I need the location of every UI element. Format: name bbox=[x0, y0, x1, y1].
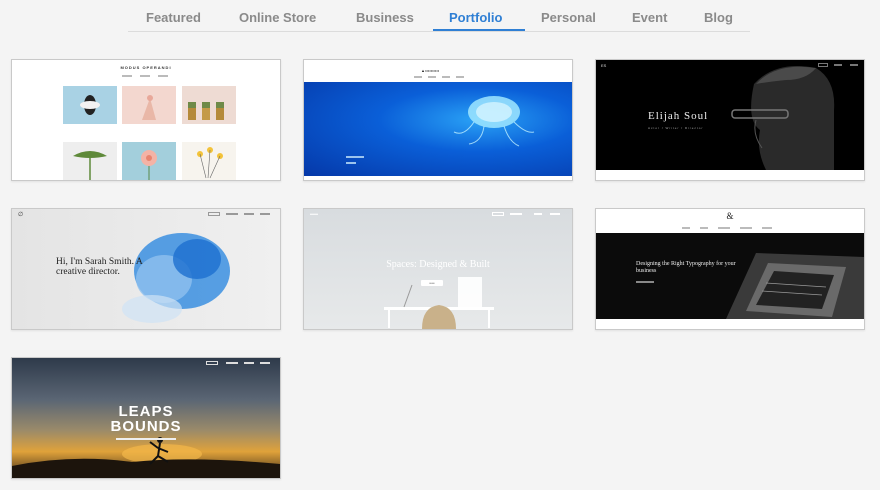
nav-link bbox=[414, 76, 422, 78]
nav-link bbox=[140, 75, 150, 77]
hero-image bbox=[304, 82, 572, 176]
gallery-tile bbox=[63, 142, 117, 180]
palm-leaf-icon bbox=[73, 151, 107, 180]
hero-headline: Hi, I'm Sarah Smith. A creative director… bbox=[56, 257, 143, 277]
hero-button: ••••• bbox=[421, 280, 443, 286]
hero-subtitle bbox=[116, 438, 176, 440]
template-card-sarah-smith[interactable]: ∅ Hi, I'm Sarah Smith. A creative direct… bbox=[11, 208, 281, 330]
nav-link bbox=[158, 75, 168, 77]
nav-link bbox=[718, 227, 730, 229]
tab-blog[interactable]: Blog bbox=[704, 10, 733, 25]
letterpress-icon bbox=[726, 253, 864, 319]
nav-link bbox=[260, 213, 270, 215]
hero-title: Designing the Right Typography for your … bbox=[636, 261, 736, 274]
nav-link bbox=[244, 213, 254, 215]
yellow-flowers-icon bbox=[197, 147, 223, 179]
hero-title: Spaces: Designed & Built bbox=[386, 259, 490, 270]
template-card-spaces[interactable]: ▴▴▴▴ Spaces: Designed & Built ••••• bbox=[303, 208, 573, 330]
hero-text bbox=[636, 281, 654, 283]
nav-link bbox=[226, 213, 238, 215]
hero-title: Elijah Soul bbox=[648, 110, 709, 122]
tab-personal[interactable]: Personal bbox=[541, 10, 596, 25]
nav-link bbox=[740, 227, 752, 229]
template-card-jellyfish[interactable]: ▴ •••••••••• bbox=[303, 59, 573, 181]
category-tabs: Featured Online Store Business Portfolio… bbox=[128, 0, 750, 32]
portrait-icon bbox=[731, 66, 835, 170]
tab-featured[interactable]: Featured bbox=[146, 10, 201, 25]
template-card-leaps-bounds[interactable]: LEAPS BOUNDS bbox=[11, 357, 281, 479]
gallery-tile bbox=[122, 86, 176, 124]
template-logo: ES bbox=[601, 63, 607, 68]
footer-strip bbox=[596, 170, 864, 180]
hero-subtitle: Actor / Writer / Director bbox=[648, 126, 704, 130]
template-logo: ▴ •••••••••• bbox=[422, 68, 440, 73]
pineapples-icon bbox=[188, 102, 224, 120]
flower-pink-icon bbox=[141, 150, 157, 180]
hero-title: LEAPS BOUNDS bbox=[12, 404, 280, 434]
hero-text bbox=[346, 156, 364, 158]
nav-link bbox=[456, 76, 464, 78]
template-logo: & bbox=[726, 211, 734, 221]
hands-icon bbox=[142, 95, 156, 120]
nav-link bbox=[762, 227, 772, 229]
gallery-tile bbox=[182, 142, 236, 180]
template-card-modus-operandi[interactable]: MODUS OPERANDI bbox=[11, 59, 281, 181]
nav-link bbox=[442, 76, 450, 78]
template-card-typography[interactable]: & Designing the Right Typography for you… bbox=[595, 208, 865, 330]
template-logo: ∅ bbox=[18, 212, 24, 218]
nav-link bbox=[122, 75, 132, 77]
flower-icon bbox=[80, 95, 100, 115]
gallery-tile bbox=[63, 86, 117, 124]
hero-image bbox=[596, 233, 864, 319]
template-card-elijah-soul[interactable]: ES Elijah Soul Actor / Writer / Director bbox=[595, 59, 865, 181]
nav-button bbox=[208, 212, 220, 216]
nav-link bbox=[682, 227, 690, 229]
nav-link bbox=[700, 227, 708, 229]
tab-event[interactable]: Event bbox=[632, 10, 667, 25]
hero-link bbox=[346, 162, 356, 164]
nav-link bbox=[428, 76, 436, 78]
gallery-tile bbox=[122, 142, 176, 180]
jellyfish-icon bbox=[453, 96, 535, 147]
gallery-tile bbox=[182, 86, 236, 124]
template-logo: MODUS OPERANDI bbox=[120, 65, 172, 70]
tab-online-store[interactable]: Online Store bbox=[239, 10, 316, 25]
tab-business[interactable]: Business bbox=[356, 10, 414, 25]
tab-portfolio[interactable]: Portfolio bbox=[449, 10, 502, 25]
active-tab-indicator bbox=[433, 29, 525, 31]
hero-title-line2: BOUNDS bbox=[110, 418, 182, 435]
hero-title-line1: LEAPS bbox=[118, 403, 174, 420]
